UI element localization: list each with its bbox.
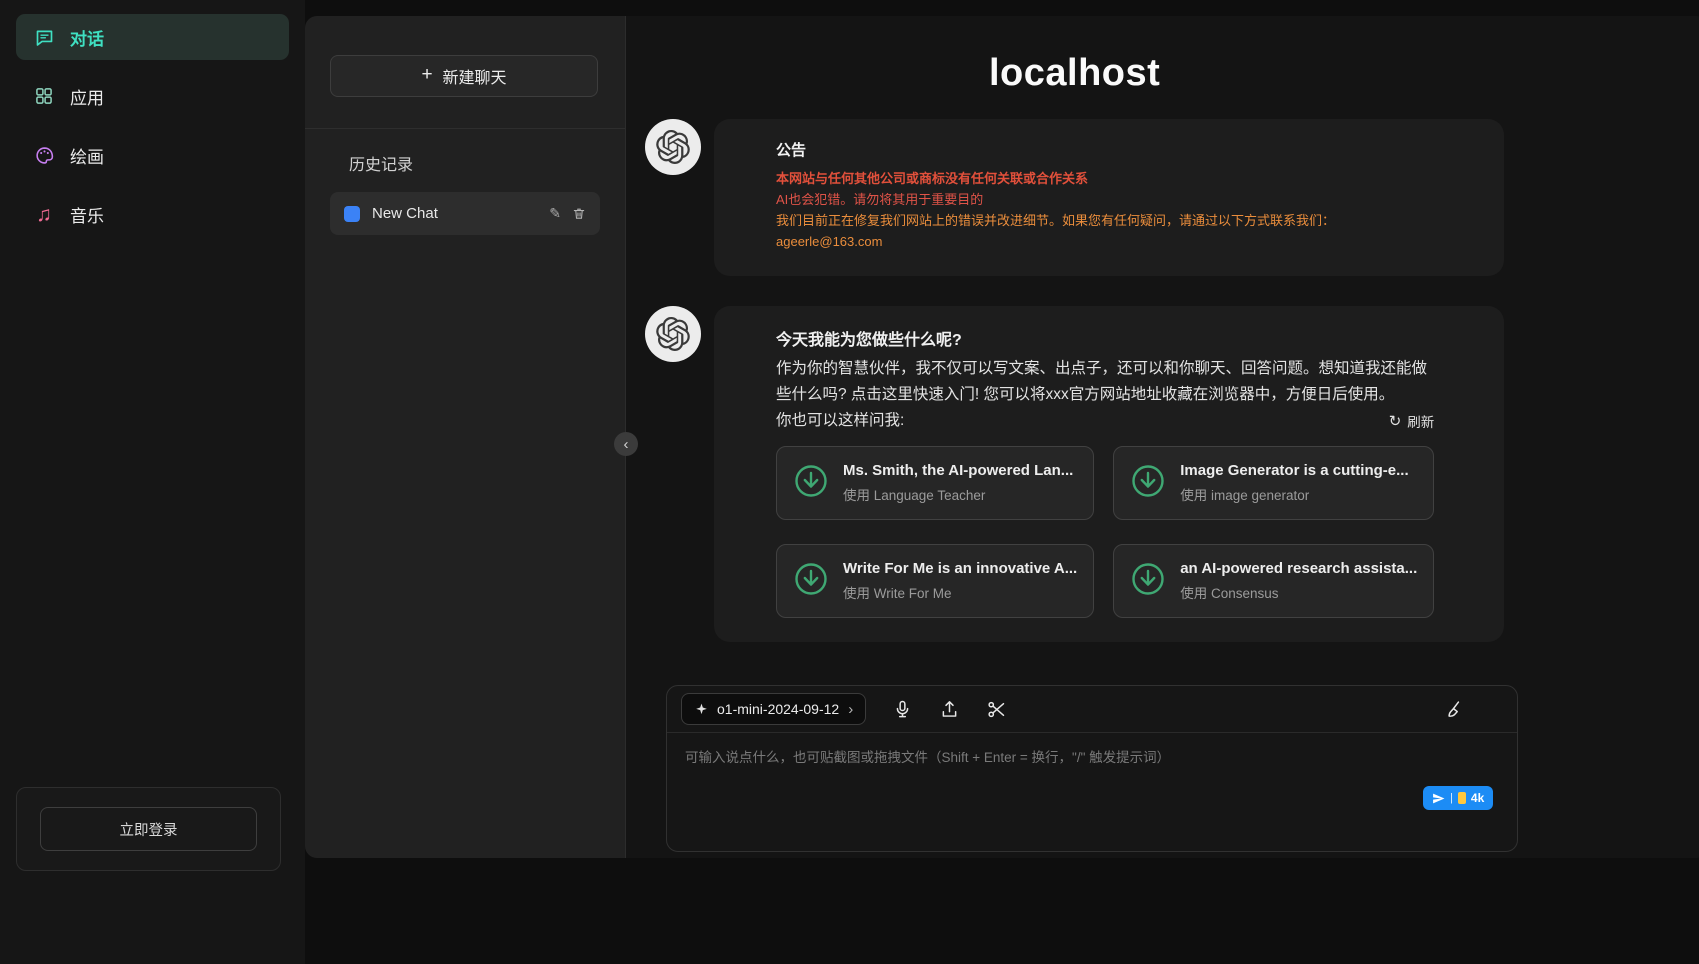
- history-title: 历史记录: [349, 151, 625, 175]
- token-count-label: 4k: [1471, 791, 1484, 805]
- suggestion-text: an AI-powered research assista... 使用 Con…: [1180, 560, 1417, 602]
- suggestion-title: Image Generator is a cutting-e...: [1180, 462, 1408, 479]
- divider: [305, 128, 625, 129]
- message-welcome: 今天我能为您做些什么呢? 作为你的智慧伙伴，我不仅可以写文案、出点子，还可以和你…: [645, 306, 1504, 642]
- chat-history-item[interactable]: New Chat ✎: [330, 192, 600, 235]
- announcement-bubble: 公告 本网站与任何其他公司或商标没有任何关联或合作关系 AI也会犯错。请勿将其用…: [714, 119, 1504, 276]
- chat-panel: ‹ localhost 公告 本网站与任何其他公司或商标没有任何关联或合作关系 …: [625, 16, 1699, 858]
- page-title: localhost: [645, 52, 1504, 95]
- apps-grid-icon: [33, 85, 55, 107]
- suggestion-title: Write For Me is an innovative A...: [843, 560, 1077, 577]
- download-circle-icon: [793, 561, 829, 602]
- collapse-sidebar-button[interactable]: ‹: [614, 432, 638, 456]
- delete-icon[interactable]: [572, 206, 586, 221]
- content-frame: + 新建聊天 历史记录 New Chat ✎ ‹ localhost: [305, 16, 1699, 858]
- composer: o1-mini-2024-09-12 ›: [666, 685, 1518, 852]
- suggestion-text: Ms. Smith, the AI-powered Lan... 使用 Lang…: [843, 462, 1073, 504]
- token-battery-icon: [1458, 792, 1466, 804]
- sidebar-item-label: 绘画: [70, 143, 104, 168]
- chat-list-panel: + 新建聊天 历史记录 New Chat ✎: [305, 16, 625, 858]
- edit-icon[interactable]: ✎: [549, 205, 561, 222]
- suggestion-grid: Ms. Smith, the AI-powered Lan... 使用 Lang…: [776, 446, 1434, 618]
- contact-email-link[interactable]: ageerle@163.com: [776, 234, 882, 249]
- download-circle-icon: [793, 463, 829, 504]
- announcement-line-1: 本网站与任何其他公司或商标没有任何关联或合作关系: [776, 168, 1434, 189]
- suggestion-text: Image Generator is a cutting-e... 使用 ima…: [1180, 462, 1408, 504]
- download-circle-icon: [1130, 561, 1166, 602]
- send-button[interactable]: | 4k: [1423, 786, 1493, 810]
- login-button[interactable]: 立即登录: [40, 807, 257, 851]
- assistant-avatar: [645, 119, 701, 175]
- clean-context-icon[interactable]: [1443, 698, 1465, 720]
- model-selector[interactable]: o1-mini-2024-09-12 ›: [681, 693, 866, 725]
- suggestion-card[interactable]: Image Generator is a cutting-e... 使用 ima…: [1113, 446, 1434, 520]
- login-panel: 立即登录: [16, 787, 281, 871]
- app: { "colors": { "accent_teal": "#3fe0c2", …: [0, 0, 1699, 964]
- refresh-label: 刷新: [1407, 411, 1434, 431]
- sidebar-item-label: 对话: [70, 25, 104, 50]
- send-plane-icon: [1432, 792, 1445, 805]
- sidebar: 对话 应用 绘画 ♫ 音乐 立即登录: [0, 0, 305, 964]
- suggestion-title: Ms. Smith, the AI-powered Lan...: [843, 462, 1073, 479]
- suggestion-title: an AI-powered research assista...: [1180, 560, 1417, 577]
- welcome-title: 今天我能为您做些什么呢?: [776, 326, 1434, 350]
- message-announcement: 公告 本网站与任何其他公司或商标没有任何关联或合作关系 AI也会犯错。请勿将其用…: [645, 119, 1504, 276]
- announcement-line-3: 我们目前正在修复我们网站上的错误并改进细节。如果您有任何疑问，请通过以下方式联系…: [776, 210, 1434, 231]
- model-sparkle-icon: [694, 702, 709, 717]
- chat-item-title: New Chat: [372, 205, 537, 222]
- badge-divider: |: [1450, 792, 1453, 804]
- sidebar-item-music[interactable]: ♫ 音乐: [16, 191, 289, 237]
- sidebar-item-chat[interactable]: 对话: [16, 14, 289, 60]
- sidebar-item-label: 应用: [70, 84, 104, 109]
- suggestion-subtitle: 使用 image generator: [1180, 484, 1408, 504]
- chat-scroll-area[interactable]: localhost 公告 本网站与任何其他公司或商标没有任何关联或合作关系 AI…: [626, 16, 1699, 685]
- suggestion-card[interactable]: Ms. Smith, the AI-powered Lan... 使用 Lang…: [776, 446, 1094, 520]
- model-label: o1-mini-2024-09-12: [717, 701, 839, 717]
- announcement-title: 公告: [776, 139, 1434, 160]
- chat-color-dot: [344, 206, 360, 222]
- microphone-icon[interactable]: [891, 698, 913, 720]
- assistant-avatar: [645, 306, 701, 362]
- music-note-icon: ♫: [33, 203, 55, 225]
- chevron-right-icon: ›: [848, 701, 853, 718]
- upload-icon[interactable]: [938, 698, 960, 720]
- suggestion-subtitle: 使用 Language Teacher: [843, 484, 1073, 504]
- openai-logo-icon: [656, 130, 690, 164]
- new-chat-label: 新建聊天: [443, 64, 507, 88]
- download-circle-icon: [1130, 463, 1166, 504]
- chevron-left-icon: ‹: [624, 436, 629, 453]
- sidebar-item-label: 音乐: [70, 202, 104, 227]
- suggestion-subtitle: 使用 Write For Me: [843, 582, 1077, 602]
- scissors-icon[interactable]: [985, 698, 1007, 720]
- message-input[interactable]: [667, 733, 1517, 851]
- welcome-intro: 作为你的智慧伙伴，我不仅可以写文案、出点子，还可以和你聊天、回答问题。想知道我还…: [776, 356, 1434, 408]
- sidebar-item-apps[interactable]: 应用: [16, 73, 289, 119]
- composer-toolbar: o1-mini-2024-09-12 ›: [667, 686, 1517, 733]
- welcome-bubble: 今天我能为您做些什么呢? 作为你的智慧伙伴，我不仅可以写文案、出点子，还可以和你…: [714, 306, 1504, 642]
- announcement-line-2: AI也会犯错。请勿将其用于重要目的: [776, 189, 1434, 210]
- ask-hint: 你也可以这样问我:: [776, 408, 904, 434]
- refresh-icon: ↻: [1389, 414, 1402, 429]
- chat-bubble-icon: [33, 26, 55, 48]
- chat-item-actions: ✎: [549, 205, 586, 222]
- suggestion-card[interactable]: an AI-powered research assista... 使用 Con…: [1113, 544, 1434, 618]
- suggestion-text: Write For Me is an innovative A... 使用 Wr…: [843, 560, 1077, 602]
- suggestion-card[interactable]: Write For Me is an innovative A... 使用 Wr…: [776, 544, 1094, 618]
- plus-icon: +: [421, 64, 432, 86]
- refresh-suggestions-button[interactable]: ↻ 刷新: [1389, 411, 1435, 434]
- new-chat-button[interactable]: + 新建聊天: [330, 55, 598, 97]
- composer-input-area: | 4k: [667, 733, 1517, 851]
- openai-logo-icon: [656, 317, 690, 351]
- suggestion-subtitle: 使用 Consensus: [1180, 582, 1417, 602]
- palette-icon: [33, 144, 55, 166]
- sidebar-item-paint[interactable]: 绘画: [16, 132, 289, 178]
